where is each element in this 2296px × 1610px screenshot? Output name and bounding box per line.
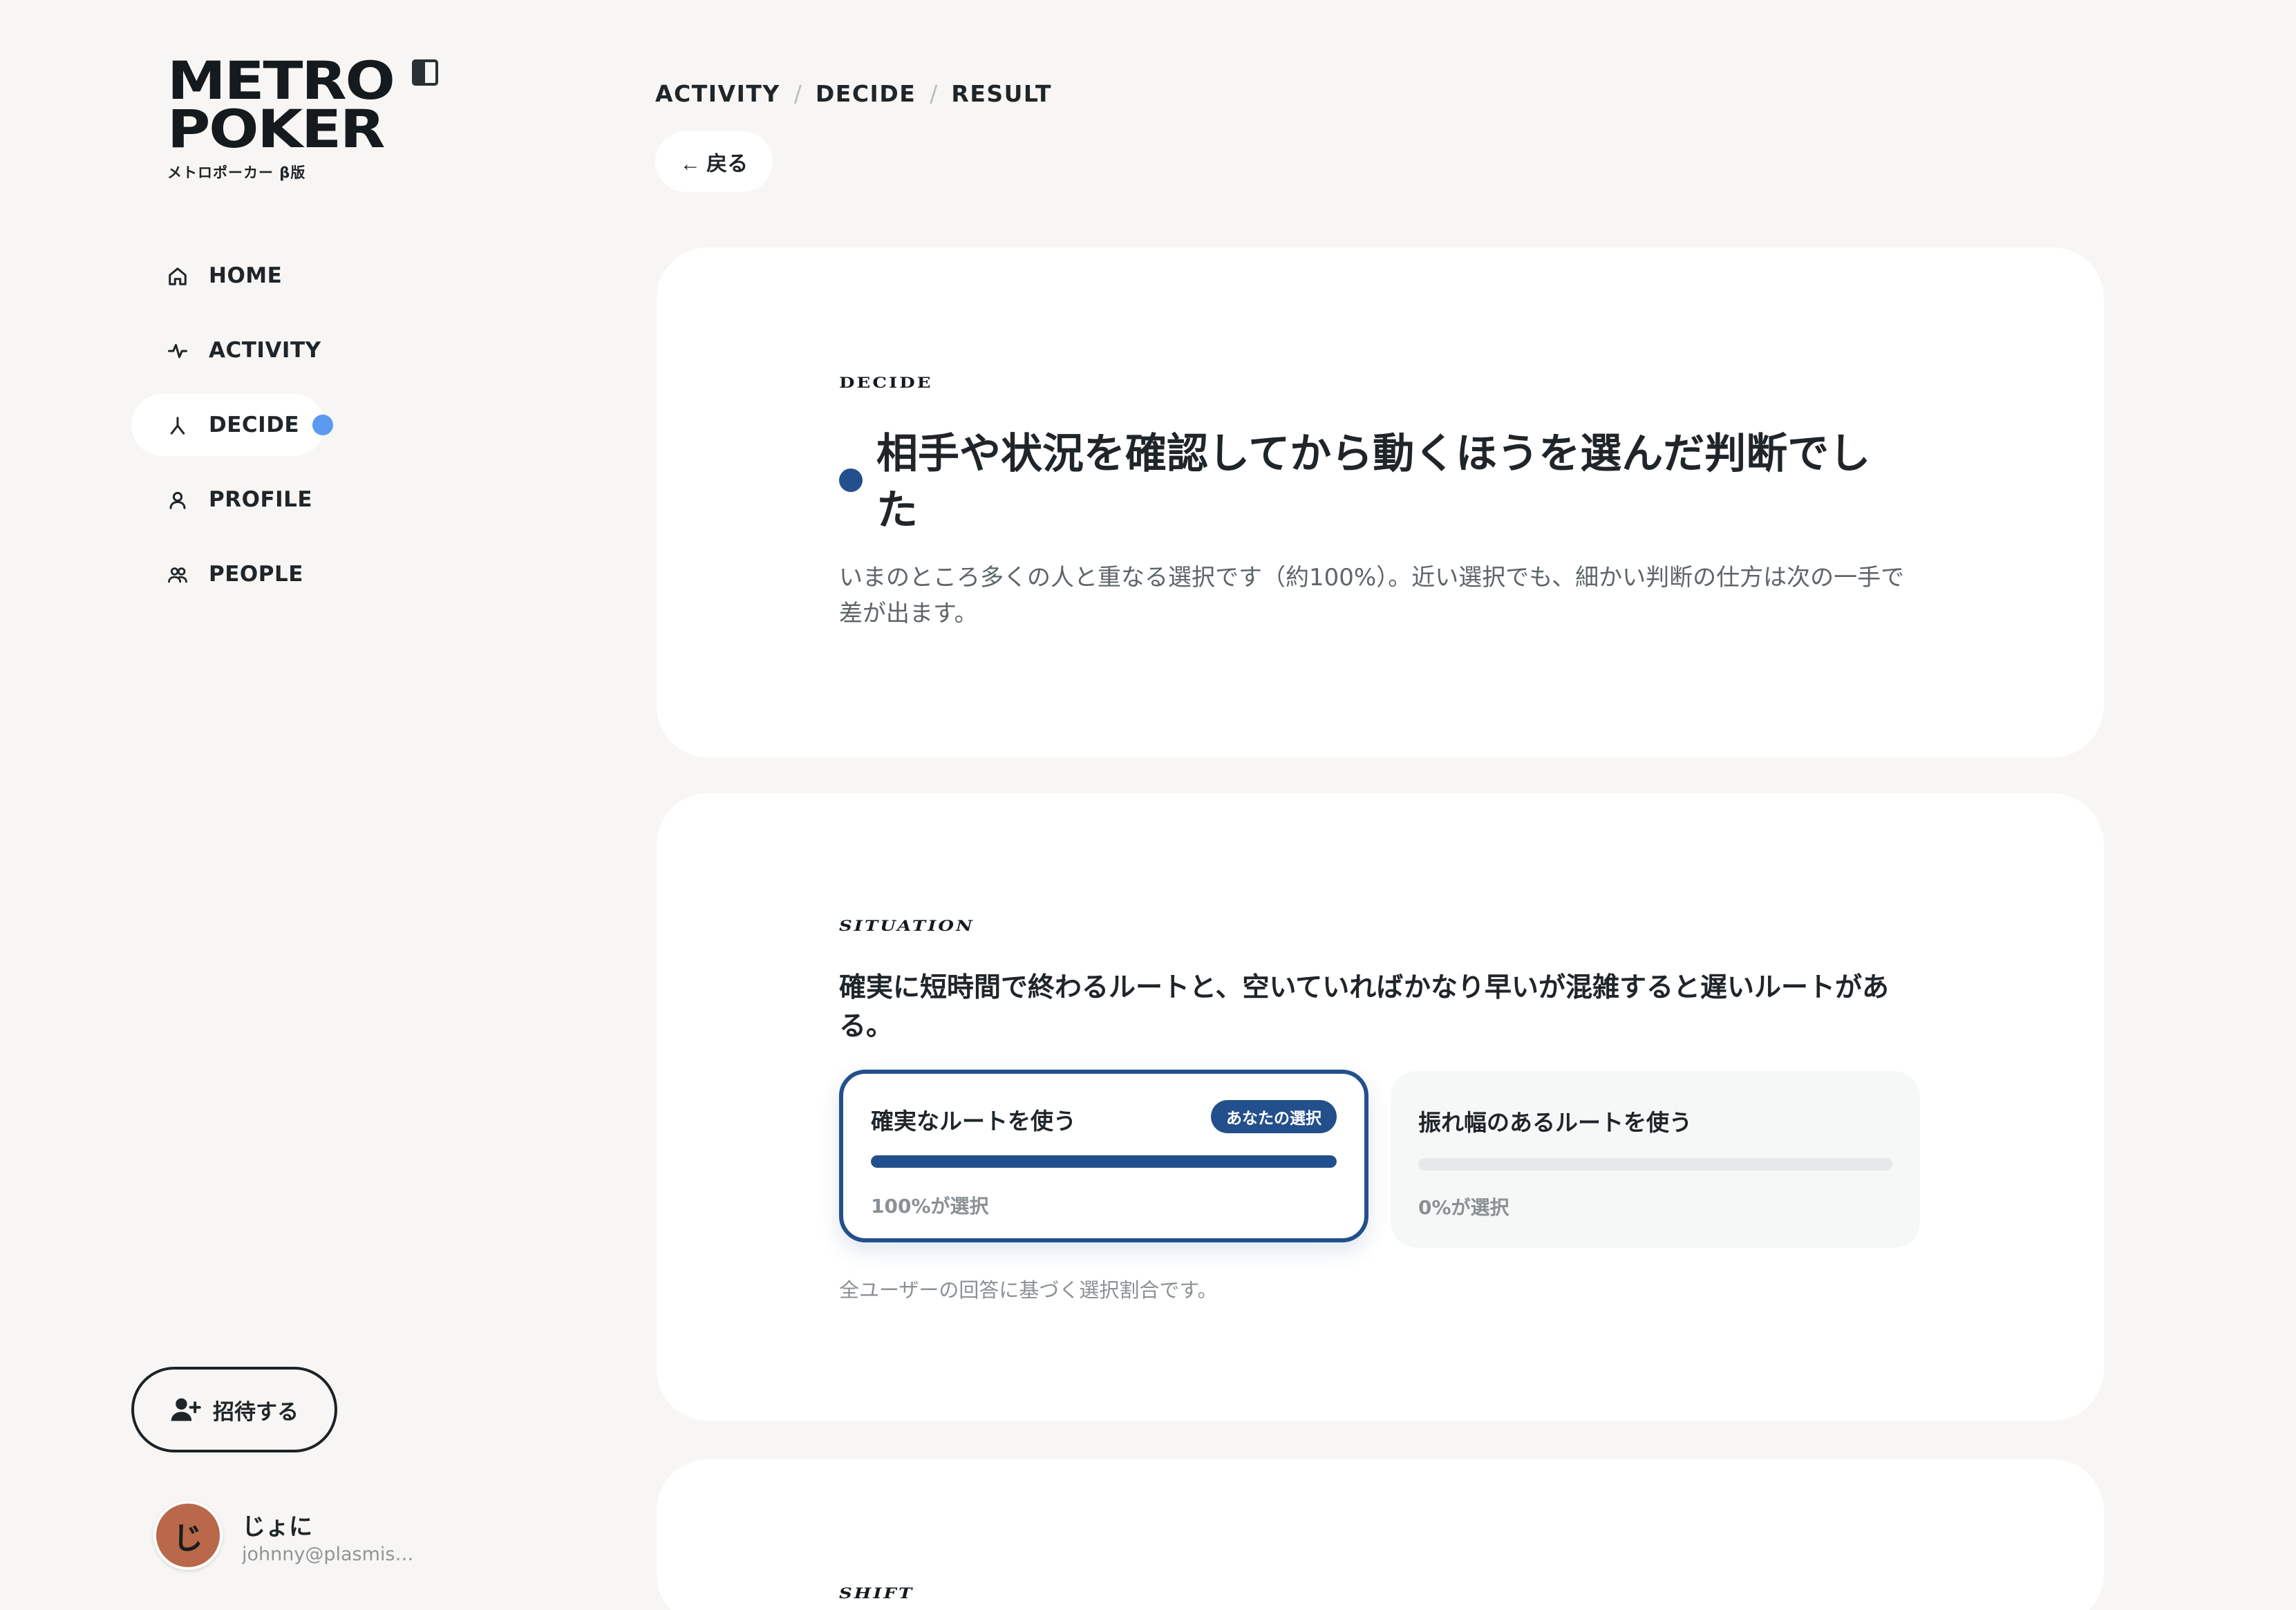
result-title: 相手や状況を確認してから動くほうを選んだ判断でした <box>876 430 1871 535</box>
sidebar-item-home[interactable]: HOME <box>131 245 325 307</box>
sidebar-item-people[interactable]: PEOPLE <box>131 543 325 605</box>
sidebar-item-label: ACTIVITY <box>209 338 321 363</box>
result-description: いまのところ多くの人と重なる選択です（約100%）。近い選択でも、細かい判断の仕… <box>839 564 1905 627</box>
situation-text: 確実に短時間で終わるルートと、空いていればかなり早いが混雑すると遅いルートがある… <box>839 972 1890 1042</box>
result-card: DECIDE 相手や状況を確認してから動くほうを選んだ判断でした いまのところ多… <box>657 247 2104 757</box>
logo-line-2: POKER <box>167 98 385 160</box>
sidebar-item-activity[interactable]: ACTIVITY <box>131 319 325 381</box>
profile-icon <box>169 491 186 509</box>
sidebar-item-decide[interactable]: DECIDE <box>131 394 333 456</box>
activity-icon <box>168 343 187 359</box>
option-label: 振れ幅のあるルートを使う <box>1418 1109 1692 1136</box>
breadcrumb-separator: / <box>793 80 802 107</box>
sidebar-item-label: PEOPLE <box>209 562 303 587</box>
breadcrumb-decide[interactable]: DECIDE <box>816 80 916 107</box>
option-variable-route[interactable]: 振れ幅のあるルートを使う 0%が選択 <box>1391 1071 1920 1248</box>
main-nav: HOME ACTIVITY DECIDE PROFILE PEOPLE <box>131 245 491 618</box>
your-choice-badge: あなたの選択 <box>1211 1100 1337 1133</box>
user-email: johnny@plasmis… <box>242 1544 414 1565</box>
next-card-eyebrow: SHIFT <box>839 1585 914 1602</box>
breadcrumb: ACTIVITY / DECIDE / RESULT <box>655 80 1052 107</box>
situation-card: SITUATION 確実に短時間で終わるルートと、空いていればかなり早いが混雑す… <box>657 793 2104 1421</box>
sidebar: METRO POKER メトロポーカー β版 HOME ACTIVITY DEC… <box>0 0 525 1610</box>
option-percentage: 0%が選択 <box>1418 1196 1509 1219</box>
sidebar-item-profile[interactable]: PROFILE <box>131 468 325 531</box>
logo[interactable]: METRO POKER メトロポーカー β版 <box>167 55 395 182</box>
situation-eyebrow: SITUATION <box>839 918 975 935</box>
invite-label: 招待する <box>213 1399 299 1424</box>
add-user-icon <box>171 1398 201 1421</box>
decide-icon <box>170 417 185 435</box>
invite-button[interactable]: 招待する <box>131 1367 337 1452</box>
home-icon <box>169 267 187 285</box>
breadcrumb-activity[interactable]: ACTIVITY <box>655 80 780 107</box>
sidebar-item-label: HOME <box>209 263 283 288</box>
option-certain-route[interactable]: 確実なルートを使う あなたの選択 100%が選択 <box>839 1070 1368 1242</box>
choice-bar-fill <box>871 1155 1337 1168</box>
avatar: じ <box>153 1501 223 1570</box>
back-button[interactable]: ← 戻る <box>655 131 773 192</box>
logo-subtitle: メトロポーカー β版 <box>167 164 306 181</box>
choice-footnote: 全ユーザーの回答に基づく選択割合です。 <box>839 1278 1218 1302</box>
notification-dot <box>312 415 333 435</box>
next-card: SHIFT <box>657 1459 2104 1610</box>
user-name: じょに <box>242 1513 312 1541</box>
choice-bar <box>1418 1158 1892 1171</box>
option-percentage: 100%が選択 <box>871 1195 989 1218</box>
breadcrumb-separator: / <box>930 80 938 107</box>
option-label: 確実なルートを使う <box>871 1108 1076 1135</box>
sidebar-toggle-icon[interactable] <box>412 59 438 86</box>
result-dot-icon <box>839 468 863 492</box>
result-eyebrow: DECIDE <box>839 375 933 392</box>
breadcrumb-result: RESULT <box>951 80 1052 107</box>
sidebar-item-label: DECIDE <box>209 413 300 437</box>
people-icon <box>168 567 187 583</box>
user-account[interactable]: じ じょに johnny@plasmis… <box>153 1499 430 1575</box>
sidebar-item-label: PROFILE <box>209 487 313 512</box>
choice-bar <box>871 1155 1337 1168</box>
